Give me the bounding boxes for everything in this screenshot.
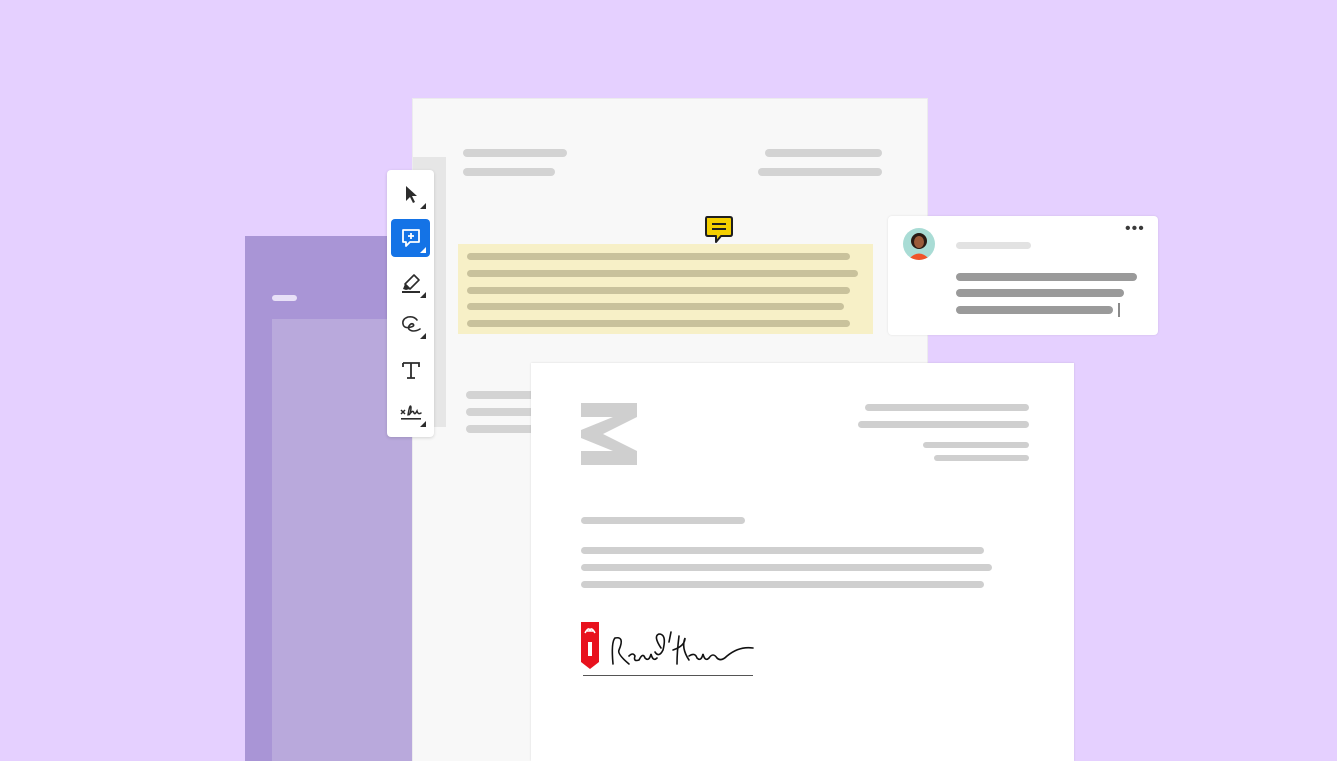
text-line [934,455,1029,461]
background-document-tab [272,295,297,301]
comment-marker-icon[interactable] [704,215,734,250]
text-line [765,149,882,157]
signature-icon [399,405,422,420]
comment-text-line [956,289,1124,297]
text-line [581,547,984,554]
text-line [581,581,984,588]
text-line [463,149,567,157]
text-cursor [1118,303,1120,317]
text-line [466,391,536,399]
highlighted-line [467,287,850,294]
text-line [581,564,992,571]
annotation-toolbar [387,170,434,437]
highlighted-line [467,320,850,327]
text-line [858,421,1029,428]
avatar [903,228,935,260]
text-tool-icon [401,362,420,379]
comment-text-line [956,273,1137,281]
add-text-tool-button[interactable] [391,351,430,389]
comment-popup[interactable]: ••• [888,216,1158,335]
company-logo [581,403,637,470]
cursor-arrow-icon [405,186,417,203]
highlighted-line [467,270,858,277]
acrobat-sign-badge-icon [581,622,599,674]
signature-line [583,675,753,676]
text-line [923,442,1029,448]
sign-tool-button[interactable] [391,393,430,431]
freehand-draw-icon [401,316,421,332]
comment-text-line [956,306,1113,314]
text-line [758,168,882,176]
highlight-tool-button[interactable] [391,264,430,302]
text-line [865,404,1029,411]
highlighter-icon [401,274,420,293]
comment-add-icon [401,229,420,247]
signature-image [609,628,755,675]
draw-tool-button[interactable] [391,305,430,343]
add-comment-tool-button[interactable] [391,219,430,257]
text-line [466,408,536,416]
signed-letter-document [531,363,1074,761]
text-line [466,425,536,433]
highlighted-line [467,253,850,260]
highlighted-text-block[interactable] [458,244,873,334]
highlighted-line [467,303,844,310]
text-line [463,168,555,176]
text-line [581,517,745,524]
select-tool-button[interactable] [391,175,430,213]
more-options-button[interactable]: ••• [1125,220,1145,238]
comment-author-placeholder [956,242,1031,249]
